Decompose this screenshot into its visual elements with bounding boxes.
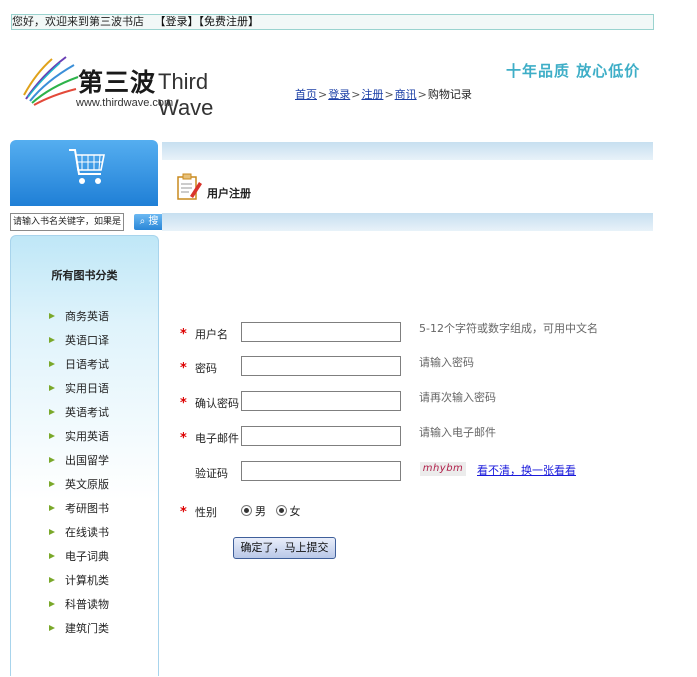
confirm-password-row: * 确认密码 请再次输入密码 xyxy=(180,391,660,415)
confirm-password-input[interactable] xyxy=(241,391,401,411)
submit-button[interactable]: 确定了，马上提交 xyxy=(233,537,336,559)
search-input[interactable]: 请输入书名关键字，如果是 xyxy=(10,213,124,231)
category-item[interactable]: 实用英语 xyxy=(49,430,109,454)
category-item[interactable]: 科普读物 xyxy=(49,598,109,622)
header-band xyxy=(162,213,653,231)
arrow-right-icon xyxy=(49,529,55,535)
gender-label: 性别 xyxy=(195,506,217,519)
header-band xyxy=(162,142,653,160)
username-hint: 5-12个字符或数字组成，可用中文名 xyxy=(419,322,598,335)
arrow-right-icon xyxy=(49,577,55,583)
captcha-input[interactable] xyxy=(241,461,401,481)
radio-checked-icon xyxy=(275,505,287,516)
category-item[interactable]: 日语考试 xyxy=(49,358,109,382)
email-label: 电子邮件 xyxy=(195,432,239,445)
password-label: 密码 xyxy=(195,362,217,375)
nav-separator: > xyxy=(417,88,427,101)
email-hint: 请输入电子邮件 xyxy=(419,426,496,439)
shopping-cart-icon xyxy=(69,149,105,184)
password-input[interactable] xyxy=(241,356,401,376)
required-marker: * xyxy=(180,431,187,446)
category-item[interactable]: 出国留学 xyxy=(49,454,109,478)
category-item[interactable]: 建筑门类 xyxy=(49,622,109,646)
category-item[interactable]: 电子词典 xyxy=(49,550,109,574)
arrow-right-icon xyxy=(49,553,55,559)
register-header: 用户注册 xyxy=(176,172,376,204)
arrow-right-icon xyxy=(49,361,55,367)
captcha-row: 验证码 mhybm 看不清，换一张看看 xyxy=(180,461,660,485)
arrow-right-icon xyxy=(49,337,55,343)
book-search: 请输入书名关键字，如果是 ⌕ 搜 xyxy=(10,213,164,231)
arrow-right-icon xyxy=(49,409,55,415)
nav-news[interactable]: 商讯 xyxy=(395,88,417,101)
category-item[interactable]: 实用日语 xyxy=(49,382,109,406)
confirm-password-hint: 请再次输入密码 xyxy=(419,391,496,404)
password-row: * 密码 请输入密码 xyxy=(180,356,660,380)
category-panel: 所有图书分类 商务英语 英语口译 日语考试 实用日语 英语考试 实用英语 出国留… xyxy=(10,235,159,676)
nav-home[interactable]: 首页 xyxy=(295,88,317,101)
site-logo[interactable]: 第三波 Third Wave www.thirdwave.com xyxy=(22,55,262,120)
arrow-right-icon xyxy=(49,481,55,487)
search-button-label: 搜 xyxy=(148,216,159,227)
welcome-text: 您好，欢迎来到第三波书店 xyxy=(12,15,144,28)
captcha-label: 验证码 xyxy=(195,467,228,480)
gender-male-option[interactable]: 男 xyxy=(241,505,266,518)
gender-row: * 性别 男 女 xyxy=(180,500,660,524)
captcha-image[interactable]: mhybm xyxy=(420,462,466,476)
category-list: 商务英语 英语口译 日语考试 实用日语 英语考试 实用英语 出国留学 英文原版 … xyxy=(49,310,109,646)
nav-separator: > xyxy=(351,88,361,101)
category-item[interactable]: 考研图书 xyxy=(49,502,109,526)
logo-url: www.thirdwave.com xyxy=(76,97,174,109)
password-hint: 请输入密码 xyxy=(419,356,474,369)
edit-document-icon xyxy=(177,173,202,200)
logo-english-name: Third Wave xyxy=(158,69,214,120)
gender-female-option[interactable]: 女 xyxy=(275,505,301,518)
category-item[interactable]: 计算机类 xyxy=(49,574,109,598)
free-register-link[interactable]: 【免费注册】 xyxy=(199,15,260,28)
email-row: * 电子邮件 请输入电子邮件 xyxy=(180,426,660,450)
category-title: 所有图书分类 xyxy=(51,269,118,282)
search-icon: ⌕ xyxy=(139,216,146,227)
nav-register[interactable]: 注册 xyxy=(361,88,383,101)
required-marker: * xyxy=(180,361,187,376)
nav-separator: > xyxy=(318,88,328,101)
arrow-right-icon xyxy=(49,625,55,631)
arrow-right-icon xyxy=(49,313,55,319)
arrow-right-icon xyxy=(49,601,55,607)
gender-options: 男 女 xyxy=(241,503,307,519)
nav-separator: > xyxy=(384,88,394,101)
required-marker: * xyxy=(180,505,187,520)
email-input[interactable] xyxy=(241,426,401,446)
radio-checked-icon xyxy=(241,505,252,516)
arrow-right-icon xyxy=(49,505,55,511)
page-title: 用户注册 xyxy=(207,187,251,200)
top-bar: 您好，欢迎来到第三波书店 【登录】【免费注册】 xyxy=(11,14,654,30)
nav-purchase-history[interactable]: 购物记录 xyxy=(428,88,472,101)
category-item[interactable]: 英语口译 xyxy=(49,334,109,358)
username-row: * 用户名 5-12个字符或数字组成，可用中文名 xyxy=(180,322,660,346)
category-item[interactable]: 在线读书 xyxy=(49,526,109,550)
category-item[interactable]: 英语考试 xyxy=(49,406,109,430)
nav-login[interactable]: 登录 xyxy=(328,88,350,101)
required-marker: * xyxy=(180,396,187,411)
refresh-captcha-link[interactable]: 看不清，换一张看看 xyxy=(477,462,576,478)
wave-logo-icon xyxy=(23,56,79,106)
confirm-password-label: 确认密码 xyxy=(195,397,239,410)
username-label: 用户名 xyxy=(195,328,228,341)
logo-chinese-name: 第三波 xyxy=(78,68,157,97)
category-item[interactable]: 英文原版 xyxy=(49,478,109,502)
arrow-right-icon xyxy=(49,433,55,439)
breadcrumb: 首页>登录>注册>商讯>购物记录 xyxy=(295,86,472,102)
username-input[interactable] xyxy=(241,322,401,342)
arrow-right-icon xyxy=(49,385,55,391)
login-link[interactable]: 【登录】 xyxy=(155,15,199,28)
shopping-cart-box[interactable] xyxy=(10,140,158,206)
category-item[interactable]: 商务英语 xyxy=(49,310,109,334)
slogan: 十年品质 放心低价 xyxy=(506,62,641,80)
arrow-right-icon xyxy=(49,457,55,463)
search-button[interactable]: ⌕ 搜 xyxy=(134,214,164,230)
required-marker: * xyxy=(180,327,187,342)
